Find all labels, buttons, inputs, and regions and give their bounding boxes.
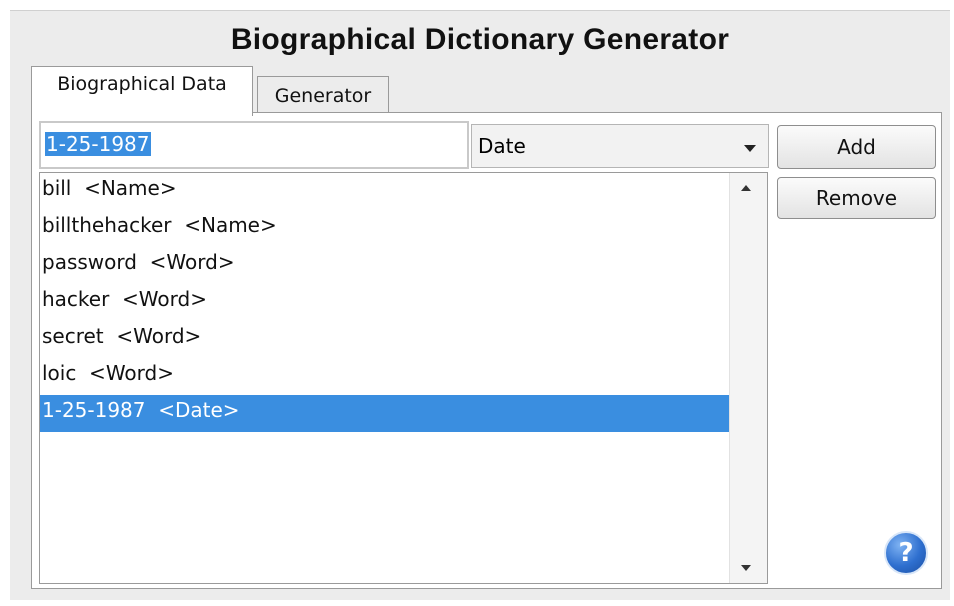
app-window: Biographical Dictionary Generator Biogra…: [10, 10, 950, 600]
list-item[interactable]: billthehacker <Name>: [40, 210, 729, 247]
tab-biographical-data[interactable]: Biographical Data: [31, 66, 253, 116]
list-item[interactable]: bill <Name>: [40, 173, 729, 210]
app-title: Biographical Dictionary Generator: [230, 23, 730, 56]
list-item-selected[interactable]: 1-25-1987 <Date>: [40, 395, 729, 432]
entry-input-value: 1-25-1987: [45, 132, 151, 156]
chevron-down-icon: [744, 145, 756, 152]
entries-list[interactable]: bill <Name> billthehacker <Name> passwor…: [39, 172, 768, 584]
scroll-up-arrow-icon[interactable]: [741, 185, 751, 191]
type-select[interactable]: Date: [471, 124, 769, 168]
help-icon[interactable]: ?: [884, 531, 928, 575]
add-button[interactable]: Add: [777, 125, 936, 169]
list-scrollbar[interactable]: [729, 173, 767, 583]
biographical-data-panel: 1-25-1987 Date Add Remove bill <Name> bi…: [31, 112, 942, 589]
list-item[interactable]: secret <Word>: [40, 321, 729, 358]
type-select-value: Date: [478, 134, 526, 158]
remove-button[interactable]: Remove: [777, 177, 936, 219]
list-item[interactable]: password <Word>: [40, 247, 729, 284]
tab-generator[interactable]: Generator: [257, 76, 389, 116]
list-item[interactable]: hacker <Word>: [40, 284, 729, 321]
scroll-down-arrow-icon[interactable]: [741, 565, 751, 571]
list-item[interactable]: loic <Word>: [40, 358, 729, 395]
entry-input[interactable]: 1-25-1987: [39, 121, 469, 169]
